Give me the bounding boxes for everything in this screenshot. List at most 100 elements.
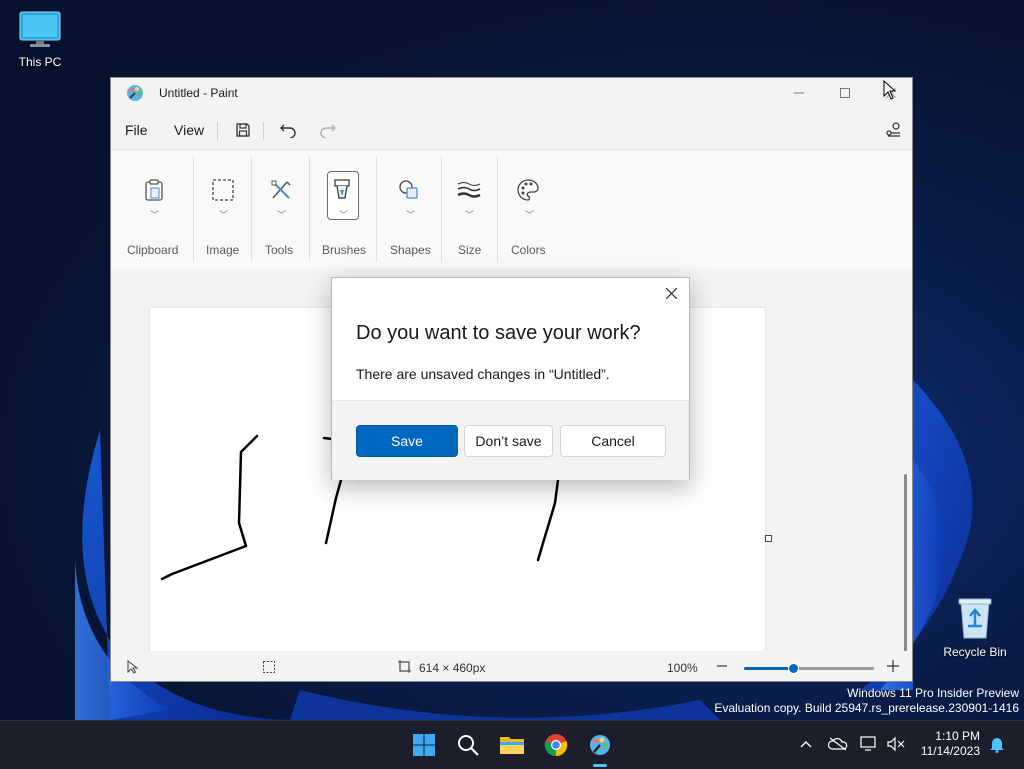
recycle-bin-icon xyxy=(958,598,992,639)
zoom-in-icon[interactable] xyxy=(887,660,899,672)
ribbon-separator xyxy=(376,156,377,262)
tray-volume-button[interactable] xyxy=(885,733,907,755)
ribbon-group-label: Clipboard xyxy=(127,243,179,257)
ribbon-group-image[interactable]: ﹀ Image xyxy=(195,150,251,268)
paint-icon xyxy=(590,735,610,755)
ribbon-separator xyxy=(193,156,194,262)
minimize-button[interactable] xyxy=(776,78,822,108)
ribbon-group-colors[interactable]: ﹀ Colors xyxy=(499,150,559,268)
chrome-button[interactable] xyxy=(540,729,572,761)
start-icon xyxy=(413,734,435,756)
redo-button[interactable] xyxy=(317,119,339,141)
computer-icon xyxy=(19,11,61,47)
save-button[interactable] xyxy=(232,119,254,141)
minimize-icon xyxy=(794,92,804,94)
ribbon-separator xyxy=(497,156,498,262)
chrome-icon xyxy=(544,734,568,757)
menu-separator xyxy=(217,122,218,140)
ribbon-separator xyxy=(309,156,310,262)
ribbon-group-shapes[interactable]: ﹀ Shapes xyxy=(378,150,440,268)
paint-taskbar-button[interactable] xyxy=(584,729,616,761)
zoom-slider-thumb[interactable] xyxy=(788,663,799,674)
save-changes-dialog: Do you want to save your work? There are… xyxy=(331,277,690,480)
show-hidden-icons-button[interactable] xyxy=(795,733,817,755)
chevron-down-icon: ﹀ xyxy=(465,210,475,220)
redo-icon xyxy=(320,124,336,138)
selection-size-icon xyxy=(263,661,275,673)
volume-muted-icon xyxy=(887,736,905,752)
zoom-slider-fill xyxy=(744,667,793,670)
ribbon-group-tools[interactable]: ﹀ Tools xyxy=(253,150,309,268)
tray-onedrive-button[interactable] xyxy=(827,733,849,755)
tools-icon xyxy=(267,176,295,204)
file-explorer-button[interactable] xyxy=(496,729,528,761)
evaluation-watermark: Windows 11 Pro Insider Preview Evaluatio… xyxy=(714,686,1019,716)
search-button[interactable] xyxy=(452,729,484,761)
ribbon-group-label: Shapes xyxy=(390,243,431,257)
account-settings-icon xyxy=(886,122,900,137)
canvas-size-text: 614 × 460px xyxy=(419,661,486,675)
desktop-icon-label: Recycle Bin xyxy=(943,645,1007,659)
tray-network-button[interactable] xyxy=(859,733,881,755)
menu-view[interactable]: View xyxy=(174,122,204,138)
ribbon-group-label: Image xyxy=(206,243,240,257)
zoom-out-icon[interactable] xyxy=(717,665,727,669)
desktop-icon-this-pc[interactable]: This PC xyxy=(0,10,80,69)
dialog-footer: Save Don’t save Cancel xyxy=(332,400,689,480)
file-explorer-icon xyxy=(500,737,524,754)
zoom-percentage[interactable]: 100% xyxy=(667,661,698,675)
menu-separator xyxy=(263,122,264,140)
canvas-resize-handle[interactable] xyxy=(765,535,772,542)
brush-icon xyxy=(328,176,356,204)
chevron-up-icon xyxy=(800,741,812,748)
settings-button[interactable] xyxy=(882,119,904,141)
watermark-line-2: Evaluation copy. Build 25947.rs_prerelea… xyxy=(714,701,1019,715)
taskbar: 1:10 PM 11/14/2023 xyxy=(0,720,1024,769)
palette-icon xyxy=(514,176,542,204)
mouse-cursor-icon xyxy=(883,80,897,100)
undo-button[interactable] xyxy=(277,119,299,141)
save-button[interactable]: Save xyxy=(356,425,458,457)
chevron-down-icon: ﹀ xyxy=(339,210,349,220)
notifications-button[interactable] xyxy=(986,733,1008,755)
chevron-down-icon: ﹀ xyxy=(150,210,160,220)
cloud-offline-icon xyxy=(828,737,848,751)
window-title: Untitled - Paint xyxy=(159,86,238,100)
menu-bar: File View xyxy=(111,112,912,148)
zoom-slider[interactable] xyxy=(744,663,874,674)
cancel-button[interactable]: Cancel xyxy=(560,425,666,457)
canvas-size-icon xyxy=(398,660,411,673)
ribbon-group-size[interactable]: ﹀ Size xyxy=(443,150,497,268)
dont-save-button[interactable]: Don’t save xyxy=(464,425,553,457)
shapes-icon xyxy=(395,176,423,204)
ribbon-group-label: Colors xyxy=(511,243,546,257)
chevron-down-icon: ﹀ xyxy=(219,210,229,220)
watermark-line-1: Windows 11 Pro Insider Preview xyxy=(847,686,1019,700)
ribbon-group-label: Brushes xyxy=(322,243,367,257)
chevron-down-icon: ﹀ xyxy=(525,210,535,220)
network-icon xyxy=(860,736,876,751)
ribbon-group-brushes[interactable]: ﹀ Brushes xyxy=(311,150,375,268)
ribbon-group-clipboard[interactable]: ﹀ Clipboard xyxy=(119,150,195,268)
title-bar[interactable]: Untitled - Paint xyxy=(111,78,912,108)
selection-icon xyxy=(209,176,237,204)
menu-file[interactable]: File xyxy=(125,122,148,138)
system-clock[interactable]: 1:10 PM 11/14/2023 xyxy=(912,729,980,759)
chevron-down-icon: ﹀ xyxy=(277,210,287,220)
ribbon-group-label: Tools xyxy=(265,243,294,257)
cursor-position-icon xyxy=(127,660,139,674)
ribbon-group-label: Size xyxy=(458,243,482,257)
clock-time: 1:10 PM xyxy=(935,729,980,743)
start-button[interactable] xyxy=(408,729,440,761)
notification-bell-icon xyxy=(990,738,1004,753)
dialog-close-button[interactable] xyxy=(661,283,681,303)
maximize-button[interactable] xyxy=(822,78,868,108)
ribbon-separator xyxy=(251,156,252,262)
paint-app-icon xyxy=(127,85,143,101)
active-app-indicator xyxy=(593,764,607,767)
clipboard-icon xyxy=(140,176,168,204)
dialog-message: There are unsaved changes in “Untitled”. xyxy=(356,366,610,382)
desktop-icon-label: This PC xyxy=(18,55,62,69)
desktop-icon-recycle-bin[interactable]: Recycle Bin xyxy=(935,596,1015,659)
ribbon-toolbar: ﹀ Clipboard ﹀ Image ﹀ Tools ﹀ Brushes ﹀ … xyxy=(111,149,912,269)
